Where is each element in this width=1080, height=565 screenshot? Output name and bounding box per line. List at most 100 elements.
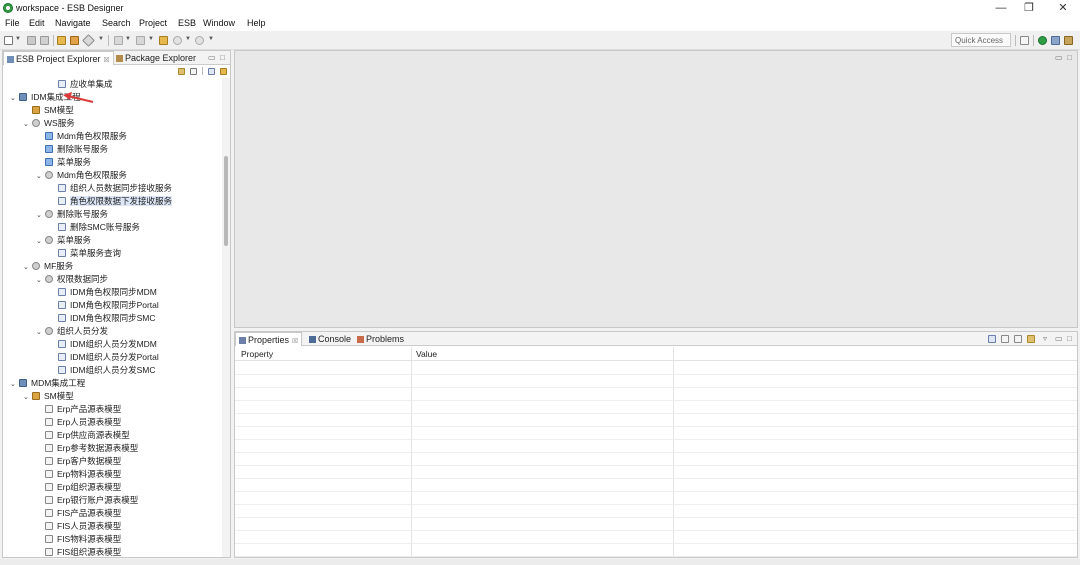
tree-item[interactable]: ⌄ MDM集成工程	[10, 377, 85, 390]
tree-item[interactable]: ⌄ 组织人员分发	[36, 325, 108, 338]
close-tab-icon[interactable]: ☒	[292, 338, 298, 345]
tab-properties[interactable]: Properties ☒	[235, 332, 303, 346]
next-annotation-caret-icon[interactable]: ▼	[125, 36, 131, 42]
minimize-editor-icon[interactable]: ▭	[1055, 53, 1063, 62]
tree-item[interactable]: Erp物料源表模型	[36, 468, 121, 481]
expand-toggle-icon[interactable]: ⌄	[36, 209, 45, 222]
tree-item[interactable]: IDM角色权限同步MDM	[49, 286, 157, 299]
menu-project[interactable]: Project	[139, 18, 167, 28]
expand-toggle-icon[interactable]: ⌄	[36, 274, 45, 287]
show-advanced-icon[interactable]	[1001, 335, 1009, 343]
maximize-view-icon[interactable]: □	[1067, 334, 1072, 343]
menu-navigate[interactable]: Navigate	[55, 18, 91, 28]
menu-esb[interactable]: ESB	[178, 18, 196, 28]
menu-edit[interactable]: Edit	[29, 18, 45, 28]
expand-toggle-icon[interactable]: ⌄	[23, 261, 32, 274]
menu-help[interactable]: Help	[247, 18, 266, 28]
show-categories-icon[interactable]	[988, 335, 996, 343]
new-project-icon[interactable]	[57, 36, 66, 45]
tree-item[interactable]: Erp参考数据源表模型	[36, 442, 138, 455]
tree-item[interactable]: Erp银行账户源表模型	[36, 494, 138, 507]
open-perspective-icon[interactable]	[1020, 36, 1029, 45]
tree-item[interactable]: IDM组织人员分发SMC	[49, 364, 155, 377]
tree-item[interactable]: 组织人员数据同步接收服务	[49, 182, 172, 195]
tree-item[interactable]: ⌄ WS服务	[23, 117, 75, 130]
tab-problems[interactable]: Problems	[354, 332, 407, 346]
editor-area[interactable]: ▭ □	[234, 50, 1078, 328]
tree-item[interactable]: ⌄ 菜单服务	[36, 234, 91, 247]
tree-item[interactable]: 删除账号服务	[36, 143, 108, 156]
minimize-view-icon[interactable]: ▭	[208, 53, 216, 62]
filter-icon[interactable]	[220, 68, 227, 75]
tree-item[interactable]: ⌄ SM模型	[23, 390, 74, 403]
quick-access-input[interactable]: Quick Access	[951, 33, 1011, 47]
tree-item[interactable]: IDM组织人员分发Portal	[49, 351, 159, 364]
tree-item[interactable]: 菜单服务查询	[49, 247, 121, 260]
tree-item[interactable]: 角色权限数据下发接收服务	[49, 195, 173, 208]
java-perspective-icon[interactable]	[1051, 36, 1060, 45]
menu-search[interactable]: Search	[102, 18, 131, 28]
previous-annotation-caret-icon[interactable]: ▼	[148, 36, 154, 42]
view-menu-icon[interactable]	[208, 68, 215, 75]
esb-perspective-icon[interactable]	[1038, 36, 1047, 45]
close-window-button[interactable]: ✕	[1046, 0, 1080, 16]
scrollbar-thumb[interactable]	[224, 156, 228, 246]
forward-arrow-icon[interactable]	[195, 36, 204, 45]
expand-toggle-icon[interactable]: ⌄	[23, 391, 32, 404]
tree-item[interactable]: IDM角色权限同步SMC	[49, 312, 155, 325]
pin-view-icon[interactable]	[1014, 335, 1022, 343]
build-dropdown-caret-icon[interactable]: ▼	[98, 36, 104, 42]
back-arrow-icon[interactable]	[173, 36, 182, 45]
link-with-editor-icon[interactable]	[178, 68, 185, 75]
forward-caret-icon[interactable]: ▼	[208, 36, 214, 42]
tree-item[interactable]: Erp产品源表模型	[36, 403, 121, 416]
tree-item[interactable]: ⌄ MF服务	[23, 260, 73, 273]
minimize-view-icon[interactable]: ▭	[1055, 334, 1063, 343]
tree-item[interactable]: IDM组织人员分发MDM	[49, 338, 157, 351]
tree-item[interactable]: Erp供应商源表模型	[36, 429, 130, 442]
save-all-icon[interactable]	[40, 36, 49, 45]
next-annotation-icon[interactable]	[114, 36, 123, 45]
maximize-view-icon[interactable]: □	[220, 53, 225, 62]
tree-item[interactable]: IDM角色权限同步Portal	[49, 299, 159, 312]
back-caret-icon[interactable]: ▼	[185, 36, 191, 42]
debug-perspective-icon[interactable]	[1064, 36, 1073, 45]
view-menu-chevron-icon[interactable]: ▿	[1043, 334, 1047, 343]
menu-file[interactable]: File	[5, 18, 20, 28]
last-edit-location-icon[interactable]	[159, 36, 168, 45]
expand-toggle-icon[interactable]: ⌄	[36, 170, 45, 183]
new-file-icon[interactable]	[4, 36, 13, 45]
new-dropdown-caret-icon[interactable]: ▼	[15, 36, 21, 42]
menu-window[interactable]: Window	[203, 18, 235, 28]
tree-item[interactable]: FIS人员源表模型	[36, 520, 121, 533]
tab-esb-project-explorer[interactable]: ESB Project Explorer ☒	[3, 51, 114, 65]
column-header-property[interactable]: Property	[241, 349, 273, 359]
tree-item[interactable]: FIS产品源表模型	[36, 507, 121, 520]
expand-toggle-icon[interactable]: ⌄	[23, 118, 32, 131]
tree-item[interactable]: ⌄ Mdm角色权限服务	[36, 169, 127, 182]
expand-toggle-icon[interactable]: ⌄	[10, 378, 19, 391]
tab-package-explorer[interactable]: Package Explorer	[113, 51, 199, 65]
tab-console[interactable]: Console	[306, 332, 354, 346]
expand-toggle-icon[interactable]: ⌄	[10, 92, 19, 105]
collapse-all-icon[interactable]	[190, 68, 197, 75]
expand-toggle-icon[interactable]: ⌄	[36, 326, 45, 339]
save-icon[interactable]	[27, 36, 36, 45]
tree-item[interactable]: 菜单服务	[36, 156, 91, 169]
explorer-scrollbar[interactable]	[222, 78, 230, 557]
open-type-icon[interactable]	[70, 36, 79, 45]
close-tab-icon[interactable]: ☒	[104, 57, 110, 64]
restore-default-icon[interactable]	[1027, 335, 1035, 343]
maximize-button[interactable]: ❐	[1012, 0, 1046, 16]
tree-item[interactable]: ⌄ 权限数据同步	[36, 273, 108, 286]
maximize-editor-icon[interactable]: □	[1067, 53, 1072, 62]
tree-item[interactable]: Erp组织源表模型	[36, 481, 121, 494]
expand-toggle-icon[interactable]: ⌄	[36, 235, 45, 248]
tree-item[interactable]: 删除SMC账号服务	[49, 221, 140, 234]
build-icon[interactable]	[82, 34, 95, 47]
tree-item[interactable]: ⌄ 删除账号服务	[36, 208, 108, 221]
tree-item[interactable]: Mdm角色权限服务	[36, 130, 127, 143]
column-header-value[interactable]: Value	[416, 349, 437, 359]
tree-item[interactable]: Erp客户数据模型	[36, 455, 121, 468]
previous-annotation-icon[interactable]	[136, 36, 145, 45]
